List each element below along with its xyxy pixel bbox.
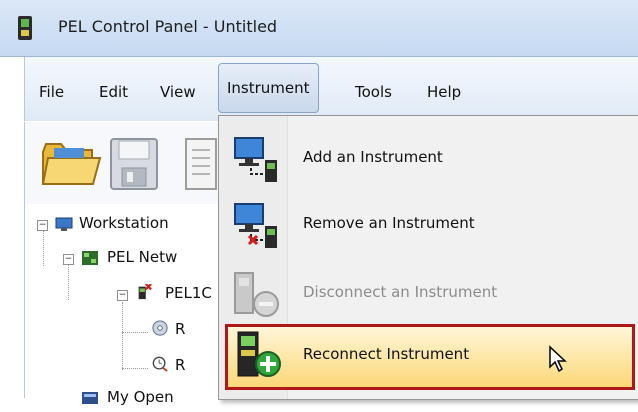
workstation-icon xyxy=(55,217,73,231)
save-icon[interactable] xyxy=(108,136,160,192)
clock-search-icon xyxy=(152,356,168,372)
menu-item-reconnect-instrument[interactable]: Reconnect Instrument xyxy=(225,324,635,390)
disconnect-instrument-icon xyxy=(234,272,279,317)
tree-node-workstation[interactable]: − Workstation xyxy=(25,214,235,238)
collapse-toggle[interactable]: − xyxy=(63,254,74,265)
mouse-pointer-icon xyxy=(549,345,567,373)
tree-label-workstation: Workstation xyxy=(79,214,169,232)
instrument-error-icon xyxy=(138,284,152,300)
menu-label-add-instrument: Add an Instrument xyxy=(303,148,443,166)
pel-app-icon xyxy=(18,16,32,40)
disc-recording-icon xyxy=(152,320,168,336)
folder-network-icon xyxy=(82,392,98,404)
menu-edit[interactable]: Edit xyxy=(99,81,128,103)
menu-item-remove-instrument[interactable]: Remove an Instrument xyxy=(219,192,638,258)
title-bar: PEL Control Panel - Untitled xyxy=(0,0,638,57)
tree-label-child-1: R xyxy=(175,320,186,338)
menu-instrument[interactable]: Instrument xyxy=(218,63,319,113)
window-title: PEL Control Panel - Untitled xyxy=(58,17,278,36)
add-instrument-icon xyxy=(234,137,277,182)
menu-label-remove-instrument: Remove an Instrument xyxy=(303,214,475,232)
tree-node-child-2[interactable]: R xyxy=(25,356,235,380)
menu-item-add-instrument[interactable]: Add an Instrument xyxy=(219,126,638,192)
remove-instrument-icon xyxy=(234,203,277,248)
menu-tools[interactable]: Tools xyxy=(355,81,392,103)
tree-node-my-open[interactable]: My Open xyxy=(25,388,235,412)
collapse-toggle[interactable]: − xyxy=(117,290,128,301)
menu-help[interactable]: Help xyxy=(427,81,461,103)
open-folder-icon[interactable] xyxy=(40,138,102,190)
tree-node-child-1[interactable]: R xyxy=(25,320,235,344)
tree-label-my-open: My Open xyxy=(107,388,174,406)
menu-label-reconnect-instrument: Reconnect Instrument xyxy=(303,345,470,363)
instrument-menu: Add an Instrument Remove an Instrument D… xyxy=(218,115,638,400)
collapse-toggle[interactable]: − xyxy=(37,220,48,231)
document-icon[interactable] xyxy=(180,136,220,192)
tree-label-child-2: R xyxy=(175,356,186,374)
tree-node-pel-device[interactable]: − PEL1C xyxy=(25,284,235,308)
menu-item-disconnect-instrument[interactable]: Disconnect an Instrument xyxy=(219,261,638,327)
menu-view[interactable]: View xyxy=(160,81,196,103)
tree-label-pel-device: PEL1C xyxy=(165,284,212,302)
menu-bar: File Edit View Instrument Tools Help xyxy=(24,57,638,121)
tree-label-pel-network: PEL Netw xyxy=(107,248,178,266)
reconnect-instrument-icon xyxy=(237,331,281,377)
network-icon xyxy=(82,251,98,265)
tree-node-pel-network[interactable]: − PEL Netw xyxy=(25,248,235,272)
menu-file[interactable]: File xyxy=(39,81,64,103)
workstation-tree: − Workstation − PEL Netw − PEL1C R R My … xyxy=(24,204,235,406)
menu-label-disconnect-instrument: Disconnect an Instrument xyxy=(303,283,498,301)
